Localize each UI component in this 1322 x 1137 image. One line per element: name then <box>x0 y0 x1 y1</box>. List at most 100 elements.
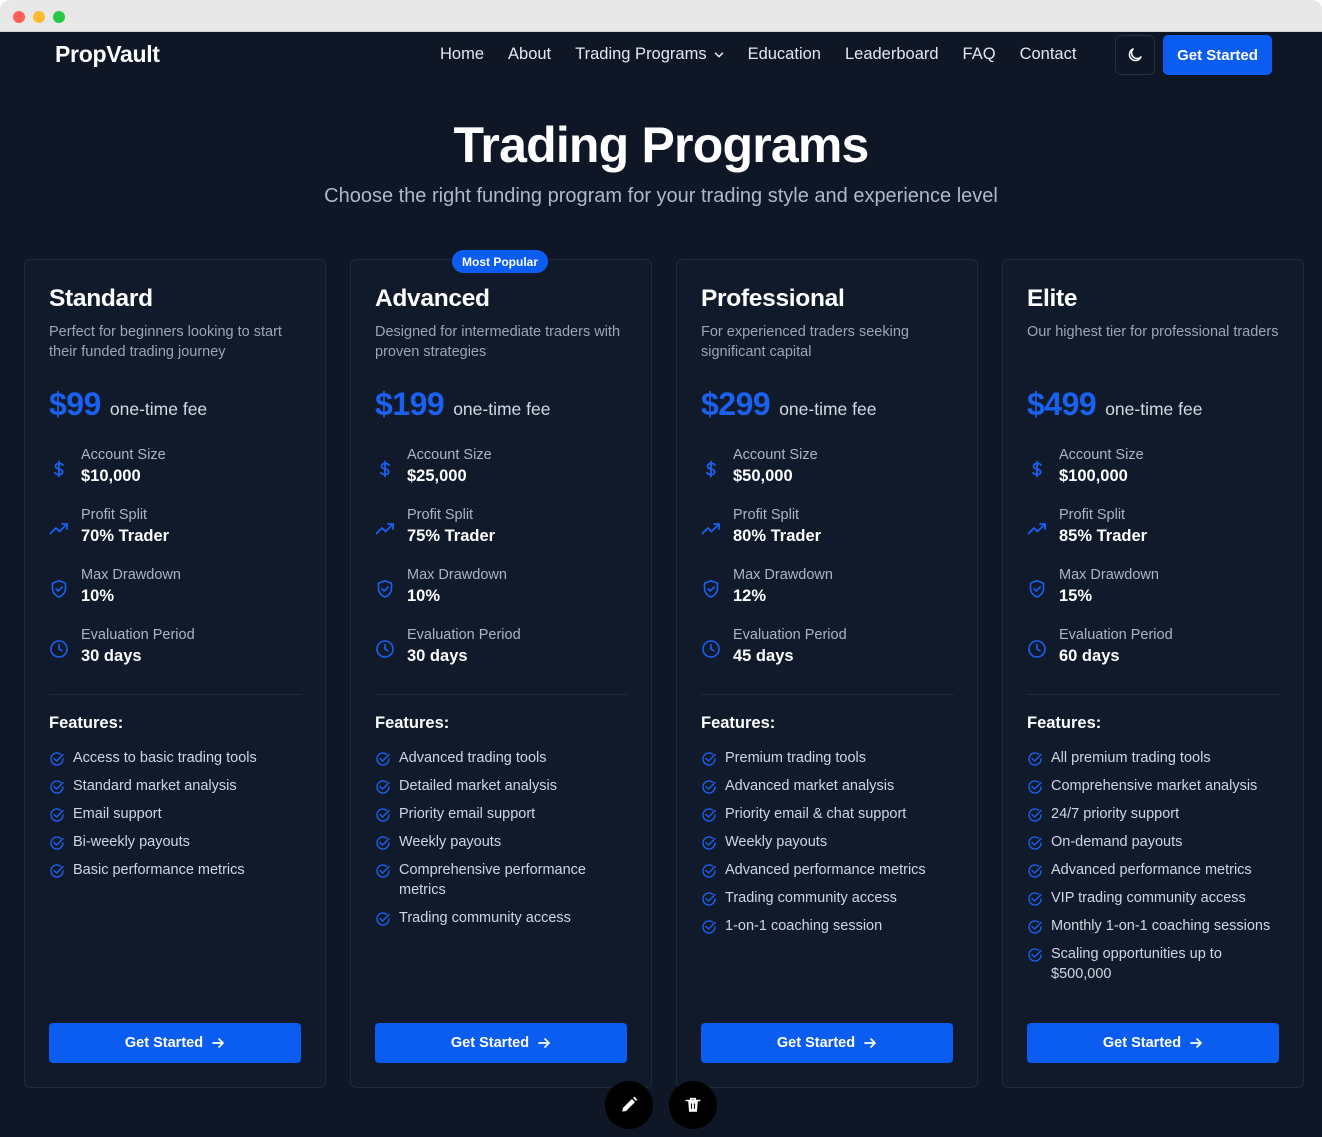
spec-value: 12% <box>733 587 767 605</box>
check-circle-icon <box>49 863 65 879</box>
shield-icon <box>701 579 721 599</box>
spec-value: $100,000 <box>1059 467 1128 485</box>
price-row: $99 one-time fee <box>49 386 207 423</box>
arrow-right-icon <box>1190 1038 1202 1048</box>
feature-item: Premium trading tools <box>701 748 954 768</box>
feature-item: On-demand payouts <box>1027 832 1280 852</box>
features-list: Access to basic trading tools Standard m… <box>49 748 302 888</box>
theme-toggle-button[interactable] <box>1115 35 1155 75</box>
nav-link-leaderboard[interactable]: Leaderboard <box>845 45 939 64</box>
check-circle-icon <box>49 779 65 795</box>
divider <box>701 694 954 695</box>
window-maximize-button[interactable] <box>53 11 65 23</box>
feature-item: Detailed market analysis <box>375 776 628 796</box>
feature-item: Comprehensive market analysis <box>1027 776 1280 796</box>
arrow-right-icon <box>864 1038 876 1048</box>
feature-text: Priority email support <box>399 806 536 822</box>
feature-item: Advanced performance metrics <box>1027 860 1280 880</box>
feature-text: Weekly payouts <box>725 834 828 850</box>
nav-link-education[interactable]: Education <box>748 45 821 64</box>
check-circle-icon <box>375 863 391 879</box>
features-heading: Features: <box>375 714 450 732</box>
check-circle-icon <box>1027 835 1043 851</box>
feature-item: Trading community access <box>701 888 954 908</box>
get-started-label: Get Started <box>450 1035 530 1051</box>
nav-link-contact[interactable]: Contact <box>1020 45 1077 64</box>
spec-label: Evaluation Period <box>407 627 521 643</box>
pencil-icon <box>622 1096 638 1112</box>
spec-label: Account Size <box>1059 447 1144 463</box>
spec-value: 60 days <box>1059 647 1120 665</box>
spec-value: 30 days <box>407 647 468 665</box>
edit-button[interactable] <box>605 1081 653 1129</box>
feature-text: 1-on-1 coaching session <box>725 918 883 934</box>
window-minimize-button[interactable] <box>33 11 45 23</box>
check-circle-icon <box>1027 807 1043 823</box>
clock-icon <box>375 639 395 659</box>
check-circle-icon <box>375 751 391 767</box>
window-close-button[interactable] <box>13 11 25 23</box>
feature-text: Access to basic trading tools <box>73 750 257 766</box>
spec-max-drawdown: Max Drawdown 15% <box>1027 567 1280 611</box>
feature-item: Access to basic trading tools <box>49 748 302 768</box>
shield-icon <box>1027 579 1047 599</box>
moon-icon <box>1128 48 1142 62</box>
nav-link-home[interactable]: Home <box>440 45 484 64</box>
get-started-label: Get Started <box>776 1035 856 1051</box>
spec-label: Evaluation Period <box>733 627 847 643</box>
get-started-button[interactable]: Get Started <box>375 1023 627 1063</box>
spec-account-size: Account Size $10,000 <box>49 447 302 491</box>
spec-label: Max Drawdown <box>1059 567 1159 583</box>
spec-max-drawdown: Max Drawdown 12% <box>701 567 954 611</box>
delete-button[interactable] <box>669 1081 717 1129</box>
pricing-card-advanced: Most Popular Advanced Designed for interme… <box>350 250 652 1088</box>
spec-label: Profit Split <box>1059 507 1126 523</box>
navbar: PropVault Home About Trading Programs Ed… <box>0 32 1322 78</box>
feature-text: Advanced performance metrics <box>725 862 926 878</box>
spec-value: 30 days <box>81 647 142 665</box>
plan-description: For experienced traders seeking signific… <box>701 324 909 360</box>
get-started-label: Get Started <box>1102 1035 1182 1051</box>
feature-text: Basic performance metrics <box>73 862 245 878</box>
feature-item: Scaling opportunities up to $500,000 <box>1027 944 1280 984</box>
feature-item: Basic performance metrics <box>49 860 302 880</box>
feature-text: Scaling opportunities up to $500,000 <box>1051 946 1222 982</box>
arrow-right-icon <box>212 1038 224 1048</box>
get-started-button[interactable]: Get Started <box>1027 1023 1279 1063</box>
plan-price: $99 <box>49 386 101 422</box>
feature-text: Trading community access <box>725 890 897 906</box>
spec-value: 80% Trader <box>733 527 822 545</box>
nav-links: Home About Trading Programs Education Le… <box>440 45 1076 64</box>
brand-logo[interactable]: PropVault <box>55 41 160 68</box>
check-circle-icon <box>1027 891 1043 907</box>
nav-get-started-button[interactable]: Get Started <box>1163 35 1272 75</box>
divider <box>1027 694 1280 695</box>
nav-link-about[interactable]: About <box>508 45 551 64</box>
nav-link-trading-programs[interactable]: Trading Programs <box>575 45 723 64</box>
plan-name: Elite <box>1027 285 1078 312</box>
spec-profit-split: Profit Split 75% Trader <box>375 507 628 551</box>
feature-item: Standard market analysis <box>49 776 302 796</box>
nav-link-faq[interactable]: FAQ <box>963 45 996 64</box>
feature-item: Priority email & chat support <box>701 804 954 824</box>
pricing-card-standard: Standard Perfect for beginners looking to… <box>24 259 326 1088</box>
trending-up-icon <box>375 519 395 539</box>
trending-up-icon <box>49 519 69 539</box>
get-started-button[interactable]: Get Started <box>701 1023 953 1063</box>
spec-evaluation-period: Evaluation Period 45 days <box>701 627 954 671</box>
feature-text: Premium trading tools <box>725 750 867 766</box>
spec-evaluation-period: Evaluation Period 30 days <box>49 627 302 671</box>
feature-text: Standard market analysis <box>73 778 237 794</box>
get-started-button[interactable]: Get Started <box>49 1023 301 1063</box>
spec-value: 15% <box>1059 587 1093 605</box>
spec-label: Account Size <box>733 447 818 463</box>
feature-text: Comprehensive performance metrics <box>399 862 586 898</box>
price-note: one-time fee <box>1105 399 1203 419</box>
check-circle-icon <box>1027 863 1043 879</box>
check-circle-icon <box>49 835 65 851</box>
feature-text: VIP trading community access <box>1051 890 1246 906</box>
check-circle-icon <box>701 751 717 767</box>
feature-item: Email support <box>49 804 302 824</box>
arrow-right-icon <box>538 1038 550 1048</box>
feature-text: Advanced performance metrics <box>1051 862 1252 878</box>
